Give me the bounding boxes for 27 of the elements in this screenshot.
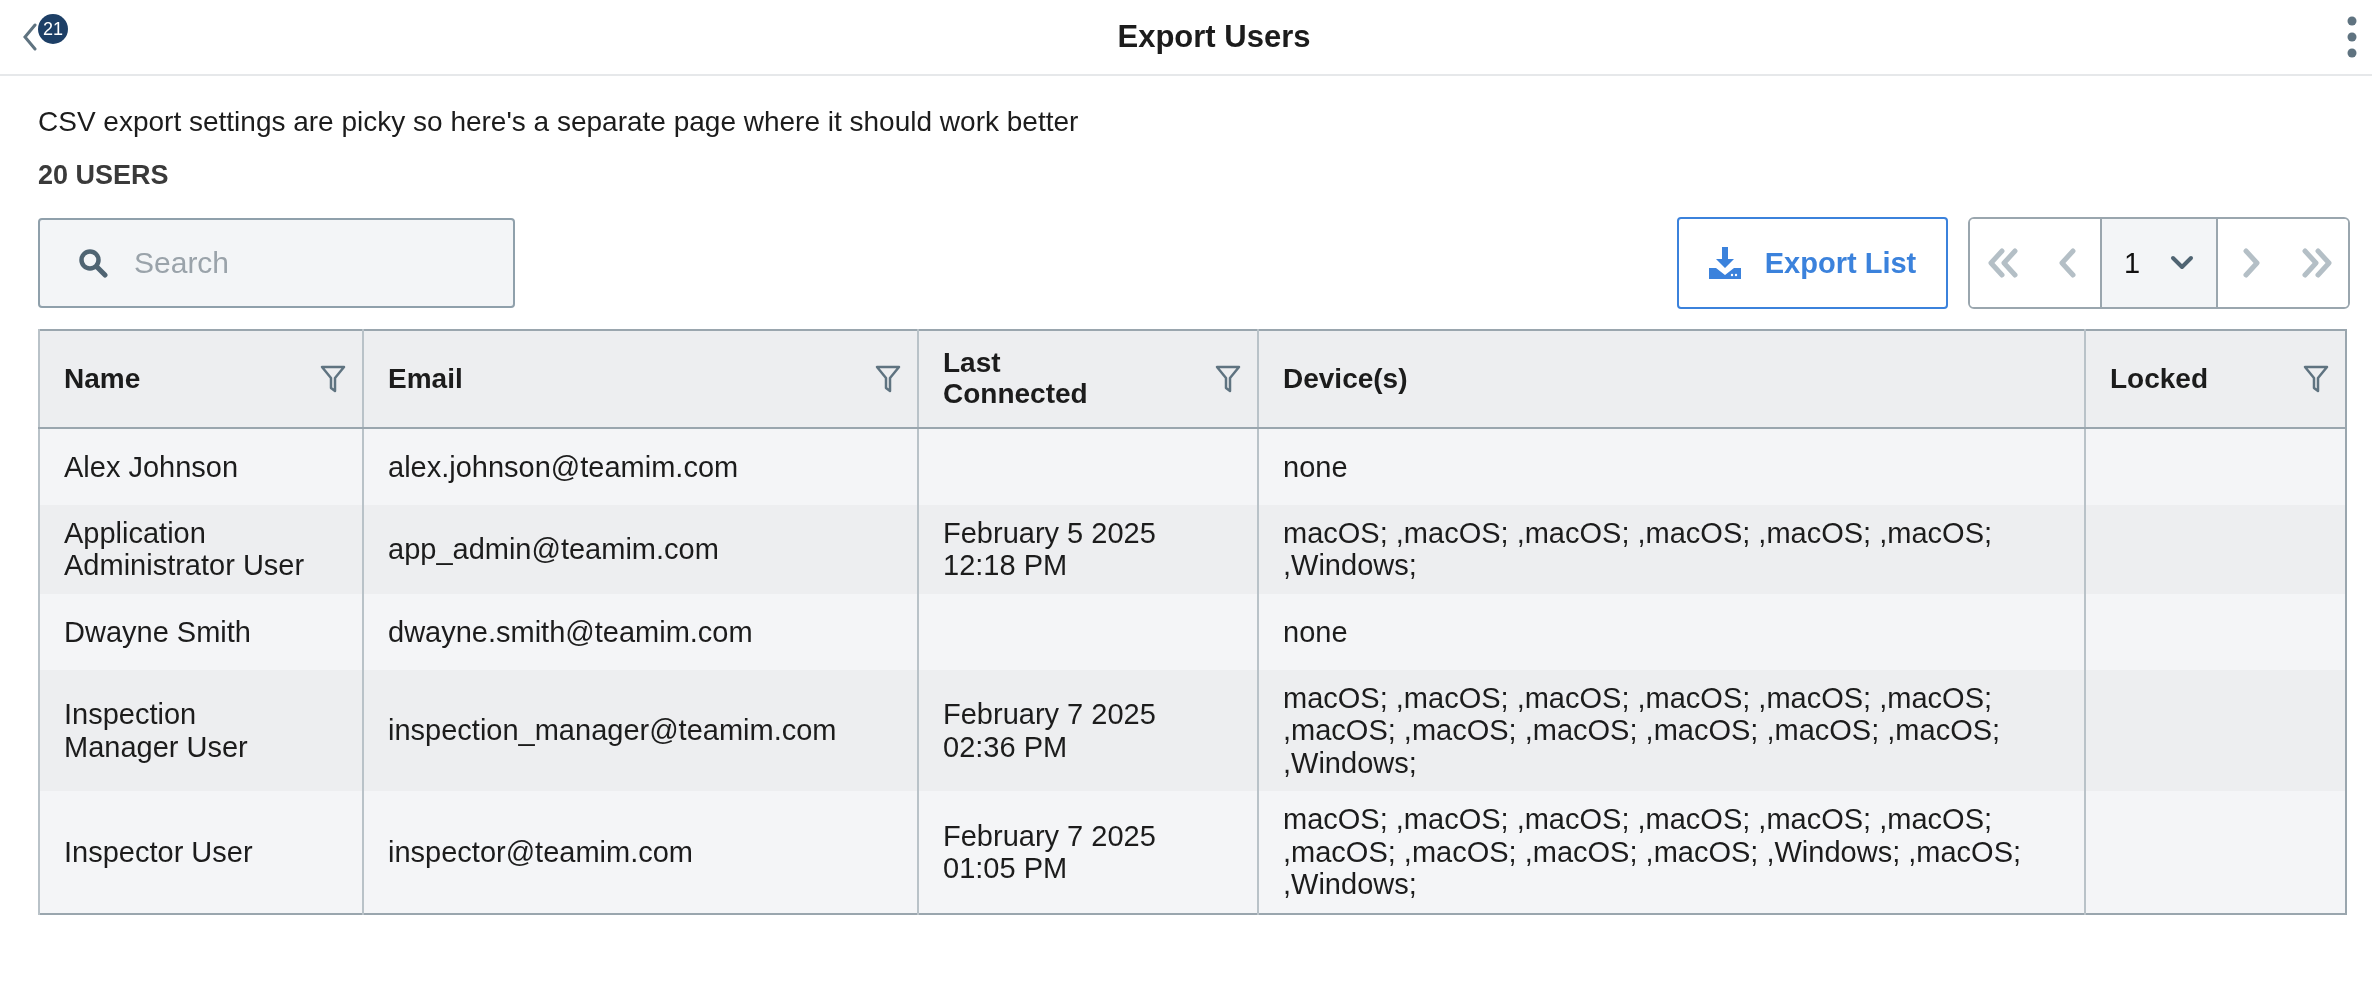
back-button[interactable]: 21 [22,12,82,62]
search-icon [78,248,108,278]
double-chevron-left-icon [1985,248,2020,278]
filter-icon[interactable] [875,365,901,393]
export-list-button[interactable]: Export List [1677,217,1948,309]
download-icon [1708,247,1741,279]
last-connected-cell: February 7 2025 01:05 PM [918,791,1258,914]
column-header-label: Device(s) [1283,363,1409,395]
page-title: Export Users [1117,19,1311,55]
notification-badge: 21 [38,14,68,44]
caret-icon [2170,255,2194,271]
search-field[interactable]: Search [38,218,515,308]
name-cell: Inspector User [39,791,363,914]
description-text: CSV export settings are picky so here's a separate page where it should work better [38,106,1080,138]
column-header-label: Email [388,363,464,395]
user-count: 20 USERS [38,160,170,191]
devices-cell: macOS; ,macOS; ,macOS; ,macOS; ,macOS; ,macOS; ,macOS; ,macOS; ,macOS; ,macOS; ,Windows; ,macOS; ,Windows; [1258,791,2085,914]
email-cell: inspector@teamim.com [363,791,918,914]
filter-icon[interactable] [2303,365,2329,393]
filter-icon[interactable] [1215,365,1241,393]
column-header-label: Name [64,363,142,395]
filter-icon[interactable] [320,365,346,393]
back-icon [22,23,38,51]
page-select[interactable]: 1 [2100,219,2218,307]
column-header-label: Locked [2110,363,2210,395]
more-menu-icon[interactable] [2346,15,2358,59]
chevron-left-icon [2056,248,2079,278]
